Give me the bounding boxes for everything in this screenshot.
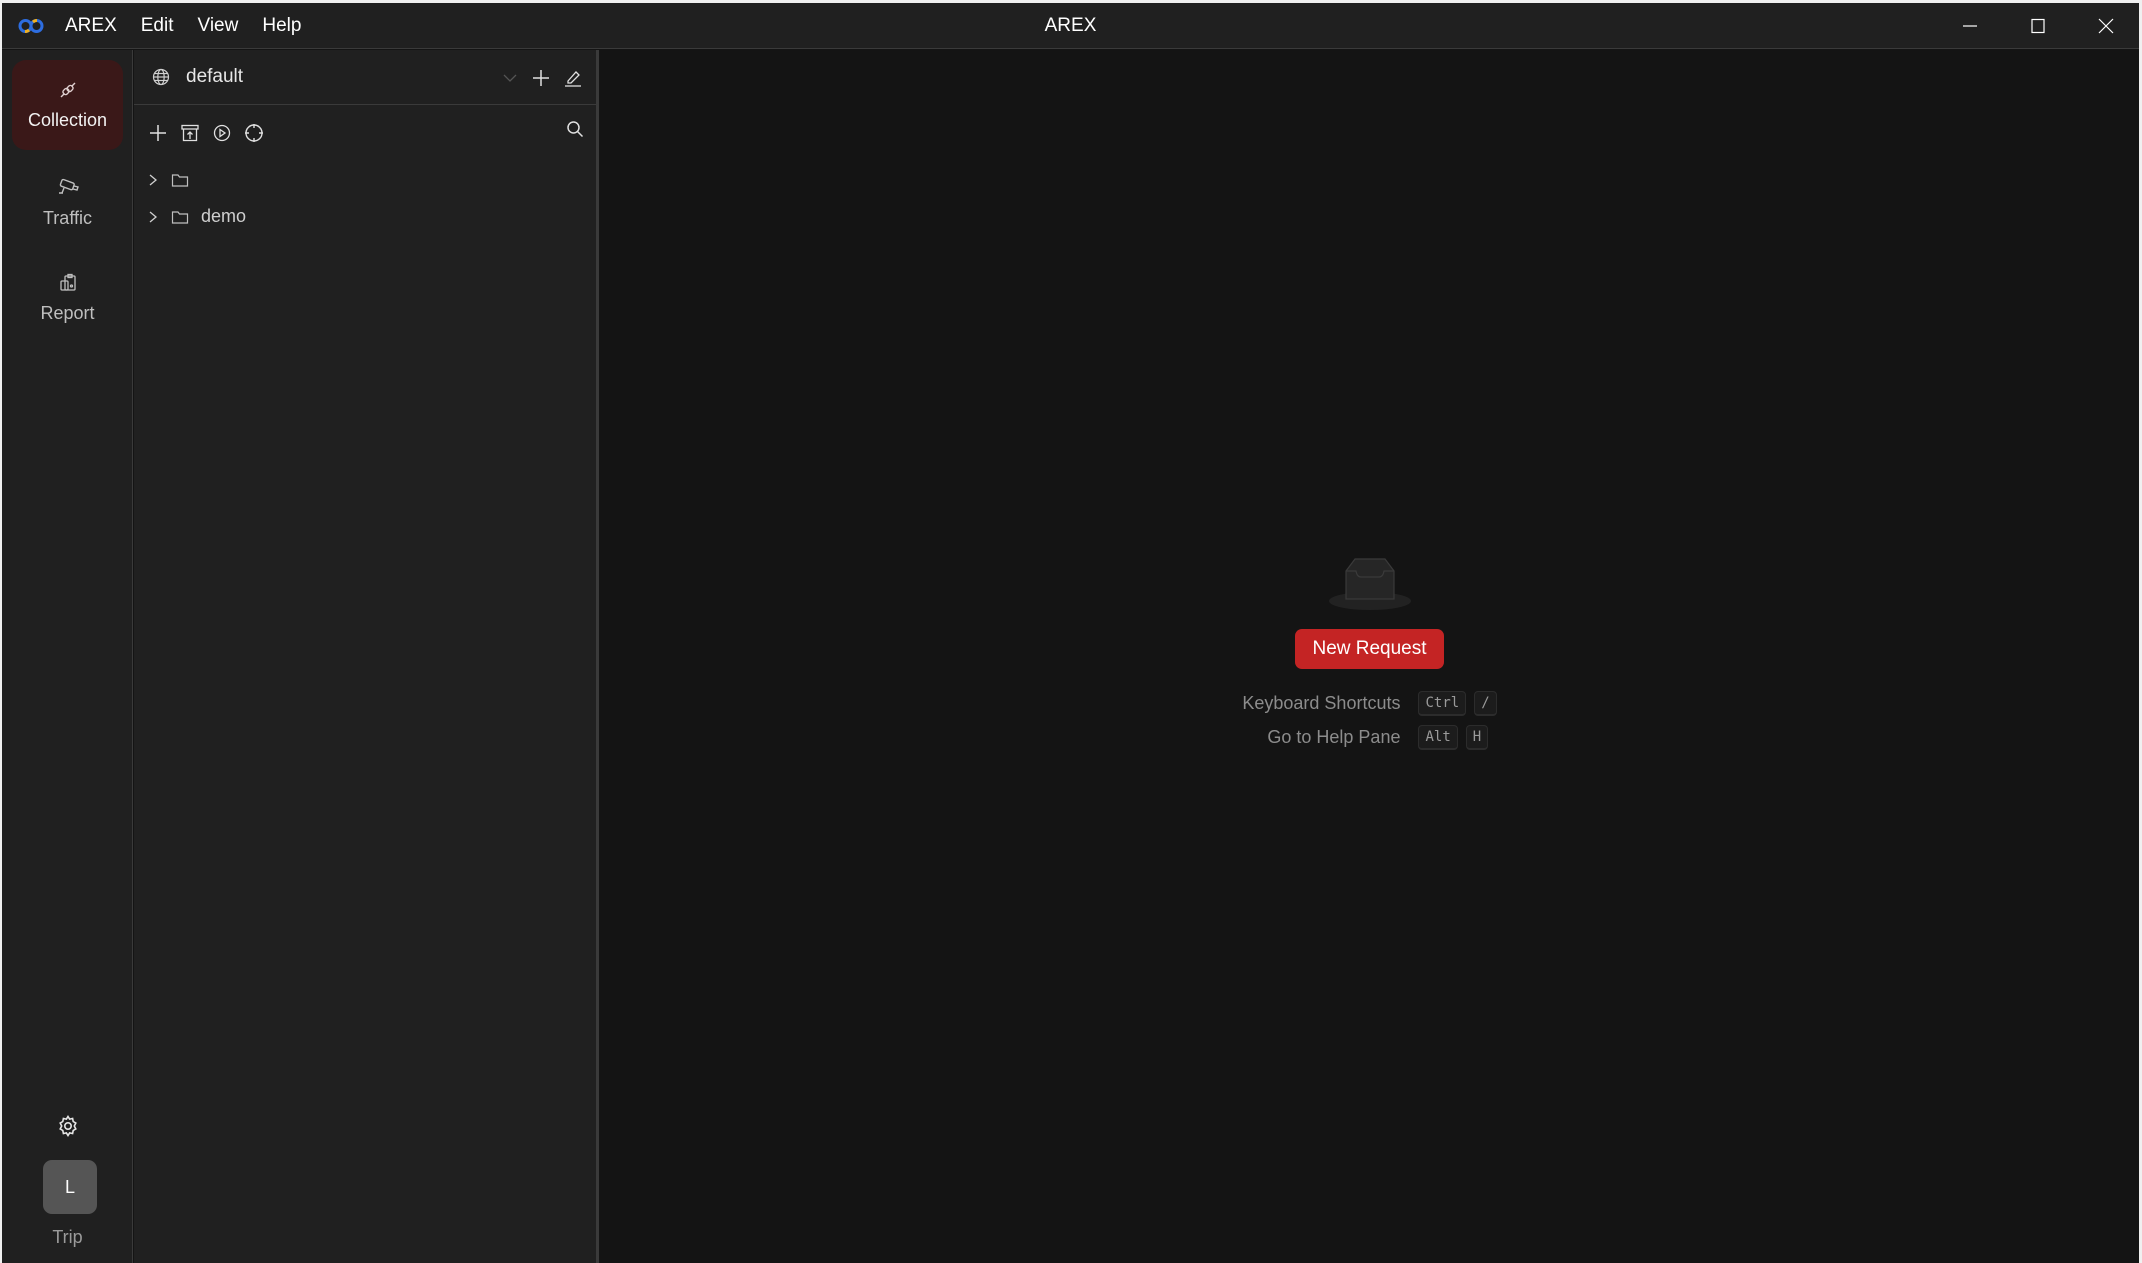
report-icon bbox=[58, 273, 78, 293]
close-button[interactable] bbox=[2072, 3, 2140, 49]
activity-bar: Collection Traffic Report L Trip bbox=[2, 50, 133, 1263]
inbox-icon bbox=[1328, 555, 1412, 611]
maximize-button[interactable] bbox=[2004, 3, 2072, 49]
workspace-selector[interactable]: default bbox=[134, 50, 596, 105]
edit-workspace-icon[interactable] bbox=[564, 69, 582, 87]
camera-icon bbox=[57, 178, 79, 198]
menu-view[interactable]: View bbox=[198, 15, 239, 37]
chevron-right-icon[interactable] bbox=[147, 173, 159, 187]
tree-item-label: demo bbox=[201, 206, 247, 226]
title-bar: AREX Edit View Help AREX bbox=[2, 3, 2139, 49]
globe-icon bbox=[152, 68, 170, 86]
activity-label: Collection bbox=[27, 109, 108, 130]
tree-item[interactable] bbox=[134, 161, 596, 198]
shortcuts-list: Keyboard Shortcuts Ctrl / Go to Help Pan… bbox=[1242, 691, 1497, 750]
shortcut-key: Ctrl bbox=[1418, 691, 1467, 716]
activity-label: Traffic bbox=[42, 207, 92, 228]
close-icon bbox=[2098, 18, 2114, 34]
activity-collection[interactable]: Collection bbox=[12, 60, 123, 150]
arex-logo-icon bbox=[17, 16, 45, 36]
add-workspace-icon[interactable] bbox=[532, 69, 550, 87]
folder-icon bbox=[171, 172, 189, 188]
new-request-button[interactable]: New Request bbox=[1295, 629, 1444, 669]
minimize-button[interactable] bbox=[1936, 3, 2004, 49]
folder-icon bbox=[171, 209, 189, 225]
activity-report[interactable]: Report bbox=[12, 253, 123, 343]
menu-edit[interactable]: Edit bbox=[141, 15, 174, 37]
shortcut-key: Alt bbox=[1418, 725, 1458, 750]
tree-item[interactable]: demo bbox=[134, 198, 596, 235]
app-window: AREX Edit View Help AREX Collection Traf… bbox=[2, 3, 2139, 1263]
activity-traffic[interactable]: Traffic bbox=[12, 158, 123, 248]
user-name: Trip bbox=[52, 1227, 83, 1247]
add-icon[interactable] bbox=[145, 120, 171, 146]
search-icon[interactable] bbox=[566, 120, 584, 138]
run-icon[interactable] bbox=[209, 120, 235, 146]
collection-toolbar bbox=[134, 105, 596, 161]
shortcut-key: H bbox=[1465, 725, 1489, 750]
gear-icon[interactable] bbox=[56, 1114, 80, 1138]
target-icon[interactable] bbox=[241, 120, 267, 146]
menu-arex[interactable]: AREX bbox=[65, 15, 117, 37]
window-title: AREX bbox=[1044, 15, 1097, 36]
shortcut-label: Go to Help Pane bbox=[1267, 727, 1401, 747]
menu-help[interactable]: Help bbox=[262, 15, 301, 37]
plug-icon bbox=[58, 80, 78, 100]
chevron-right-icon[interactable] bbox=[147, 210, 159, 224]
chevron-down-icon[interactable] bbox=[502, 70, 518, 86]
collection-panel: default demo bbox=[134, 50, 599, 1263]
avatar[interactable]: L bbox=[43, 1160, 97, 1214]
minimize-icon bbox=[1962, 18, 1978, 34]
shortcut-label: Keyboard Shortcuts bbox=[1242, 693, 1401, 713]
maximize-icon bbox=[2030, 18, 2046, 34]
import-icon[interactable] bbox=[177, 120, 203, 146]
empty-state: New Request Keyboard Shortcuts Ctrl / Go… bbox=[600, 555, 2139, 750]
workspace-name: default bbox=[186, 66, 244, 87]
activity-label: Report bbox=[40, 302, 95, 323]
main-content: New Request Keyboard Shortcuts Ctrl / Go… bbox=[600, 50, 2139, 1263]
shortcut-key: / bbox=[1474, 691, 1497, 716]
